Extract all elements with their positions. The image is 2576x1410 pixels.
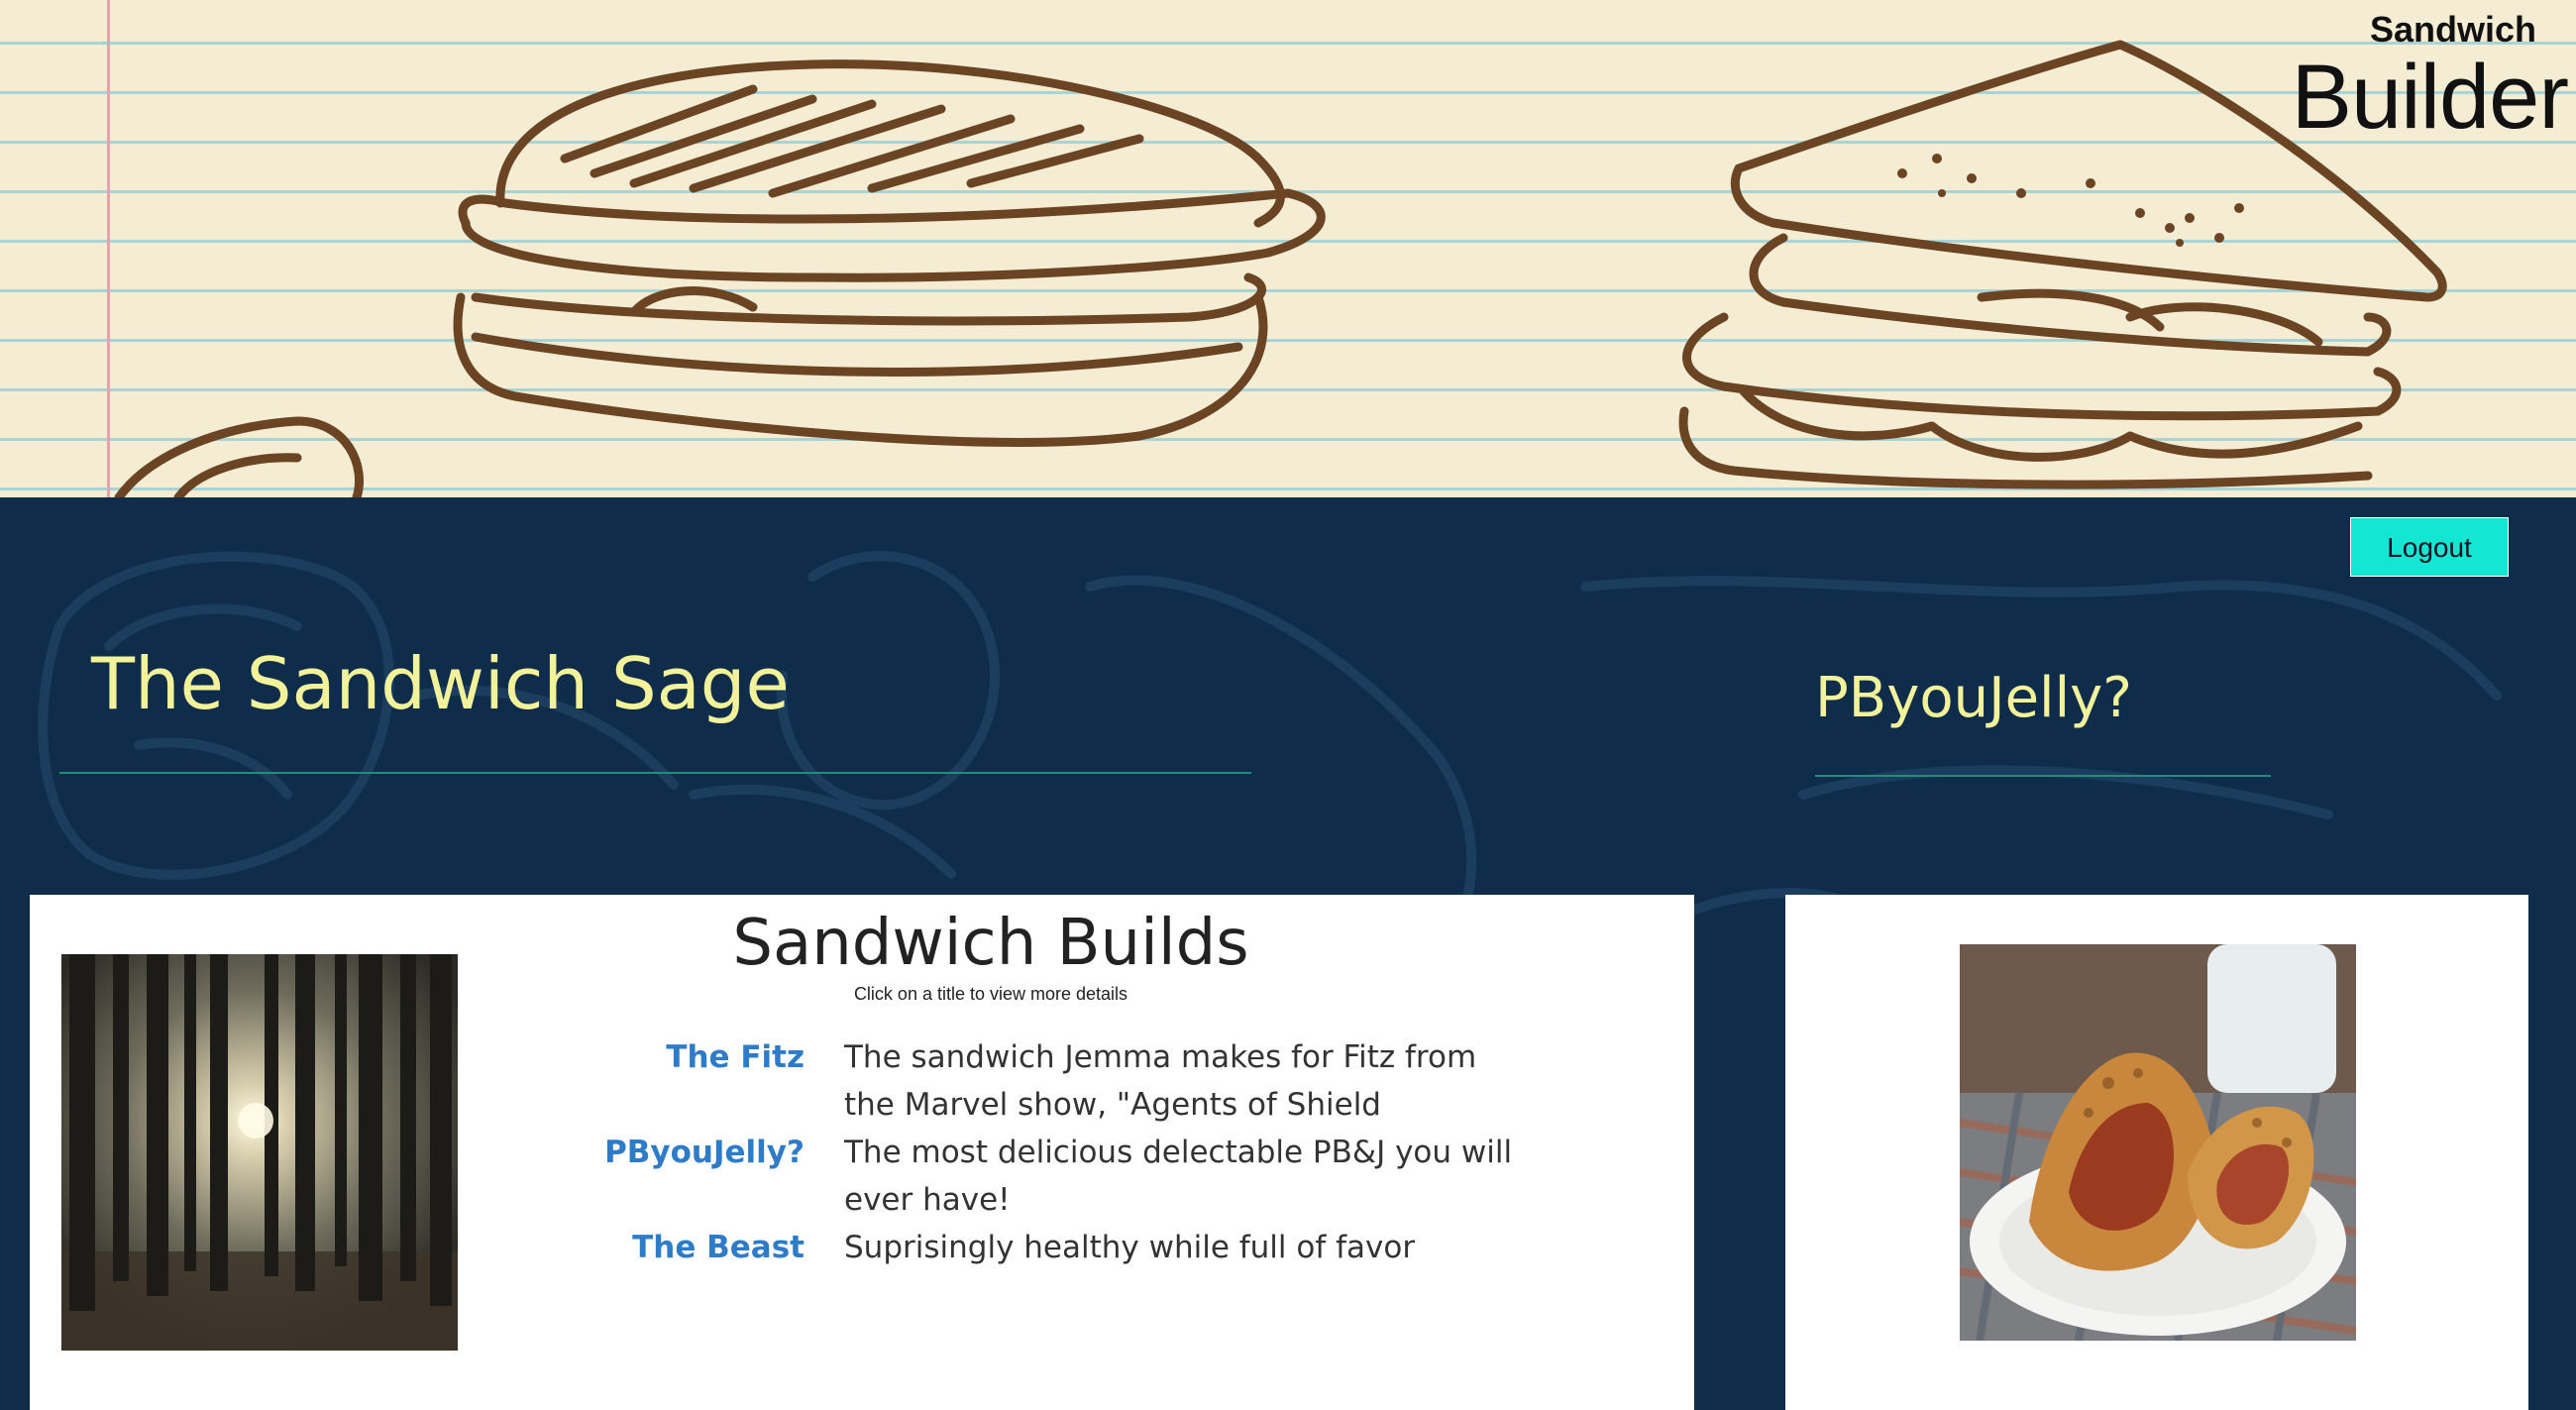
sandwich-doodles [114, 40, 2447, 497]
build-link-the-fitz[interactable]: The Fitz [30, 1033, 805, 1081]
build-link-pbyoujelly[interactable]: PByouJelly? [30, 1129, 805, 1176]
build-row: PByouJelly? The most delicious delectabl… [30, 1129, 1615, 1224]
page-title: The Sandwich Sage [91, 642, 790, 725]
builds-subtitle: Click on a title to view more details [853, 984, 1128, 1004]
panini-doodle-icon [453, 59, 1326, 447]
featured-sandwich-panel [1785, 895, 2528, 1410]
featured-title-divider [1815, 775, 2271, 777]
brand-line-small: Sandwich [2369, 9, 2536, 50]
build-description: The most delicious delectable PB&J you w… [844, 1135, 1513, 1218]
build-row: The Beast Suprisingly healthy while full… [30, 1224, 1615, 1271]
build-link-the-beast[interactable]: The Beast [30, 1224, 805, 1271]
grilled-sandwich-photo-icon [1960, 944, 2356, 1341]
builds-title: Sandwich Builds [732, 907, 1249, 980]
build-row: The Fitz The sandwich Jemma makes for Fi… [30, 1033, 1615, 1129]
title-divider [59, 772, 1251, 774]
build-description: Suprisingly healthy while full of favor [844, 1230, 1416, 1265]
logout-button[interactable]: Logout [2350, 517, 2509, 577]
builds-list: The Fitz The sandwich Jemma makes for Fi… [30, 1033, 1615, 1271]
brand-logo: Sandwich Builder [2291, 8, 2569, 148]
brand-line-large: Builder [2291, 47, 2569, 148]
header: Sandwich Builder [0, 0, 2576, 497]
featured-sandwich-title[interactable]: PByouJelly? [1815, 666, 2132, 730]
build-description: The sandwich Jemma makes for Fitz from t… [844, 1039, 1477, 1123]
sandwich-builds-panel: Sandwich Builds Click on a title to view… [30, 895, 1694, 1410]
